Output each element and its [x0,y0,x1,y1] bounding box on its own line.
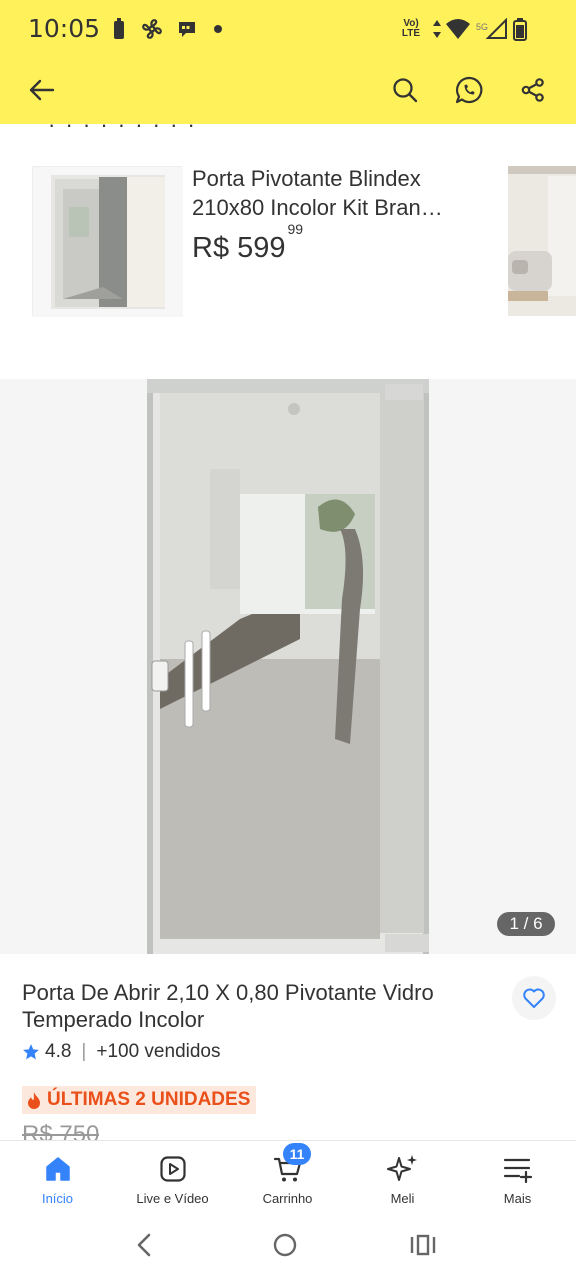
product-image-gallery[interactable] [0,379,576,954]
volte-indicator: Vo) LTE [401,18,421,39]
signal-icon: 5G [474,16,508,42]
related-product-title[interactable]: Porta Pivotante Blindex 210x80 Incolor K… [192,164,492,222]
stock-badge: ÚLTIMAS 2 UNIDADES [22,1086,257,1114]
door-photo-thumbnail [33,167,183,317]
battery-saver-icon [112,16,126,42]
search-icon [393,78,418,103]
system-back-button[interactable] [126,1230,162,1260]
system-home-button[interactable] [267,1230,303,1260]
product-title: Porta De Abrir 2,10 X 0,80 Pivotante Vid… [22,980,434,1032]
nav-item-mais[interactable]: Mais [460,1141,575,1213]
play-icon [115,1153,230,1185]
system-recents-button[interactable] [405,1230,441,1260]
nav-label-meli: Meli [390,1191,415,1206]
nav-label-inicio: Início [41,1191,74,1206]
circle-home-icon [273,1233,297,1257]
chevron-left-icon [137,1233,151,1257]
search-button[interactable] [385,70,425,110]
share-button[interactable] [513,70,553,110]
battery-icon [512,16,528,42]
favorite-button[interactable] [512,976,556,1020]
heart-icon [523,988,545,1008]
whatsapp-button[interactable] [449,70,489,110]
stock-badge-label: ÚLTIMAS 2 UNIDADES [47,1089,251,1110]
sparkle-icon [345,1153,460,1185]
fan-icon [138,16,166,42]
room-photo-thumbnail [508,166,576,316]
nav-label-live-e-video: Live e Vídeo [136,1191,209,1206]
sold-count: +100 vendidos [96,1041,221,1062]
rating-row[interactable]: 4.8 | +100 vendidos [22,1040,221,1064]
related-product-image[interactable] [32,166,183,317]
share-icon [521,78,544,102]
app-header: 10:05 Vo) LTE 5G [0,0,576,124]
image-counter: 1 / 6 [497,912,555,936]
nav-label-mais: Mais [503,1191,532,1206]
wifi-icon [444,16,472,42]
system-navigation-bar [0,1212,576,1280]
related-product-price: R$ 59999 [192,221,303,265]
data-arrows-icon [430,16,444,42]
nav-item-inicio[interactable]: Início [0,1141,115,1213]
rating-separator: | [81,1041,87,1062]
star-icon [23,1044,39,1060]
back-button[interactable] [22,70,62,110]
app-bar [0,60,576,120]
nav-item-meli[interactable]: Meli [345,1141,460,1213]
menu-plus-icon [460,1153,575,1185]
whatsapp-icon [455,76,483,104]
next-related-product-image[interactable] [508,166,576,316]
cutoff-text-fragment: · · · · · · · · · [48,124,197,137]
old-price: R$ 750 [22,1121,100,1142]
related-price-main: R$ 599 [192,232,286,264]
status-time: 10:05 [28,14,101,43]
nav-label-carrinho: Carrinho [262,1191,313,1206]
related-products-carousel: · · · · · · · · · Porta Pivotante Blinde… [0,124,576,336]
cart-count-badge: 11 [283,1143,311,1165]
glass-door-photo [0,379,576,954]
home-icon [0,1153,115,1185]
status-bar: 10:05 Vo) LTE 5G [0,0,576,58]
related-price-cents: 99 [287,221,304,238]
rating-value: 4.8 [45,1041,72,1062]
nav-item-live-e-video[interactable]: Live e Vídeo [115,1141,230,1213]
flame-icon [28,1092,40,1109]
notification-dot-icon [212,16,224,42]
arrow-left-icon [29,79,55,101]
recents-icon [410,1234,436,1256]
message-icon [176,16,198,42]
